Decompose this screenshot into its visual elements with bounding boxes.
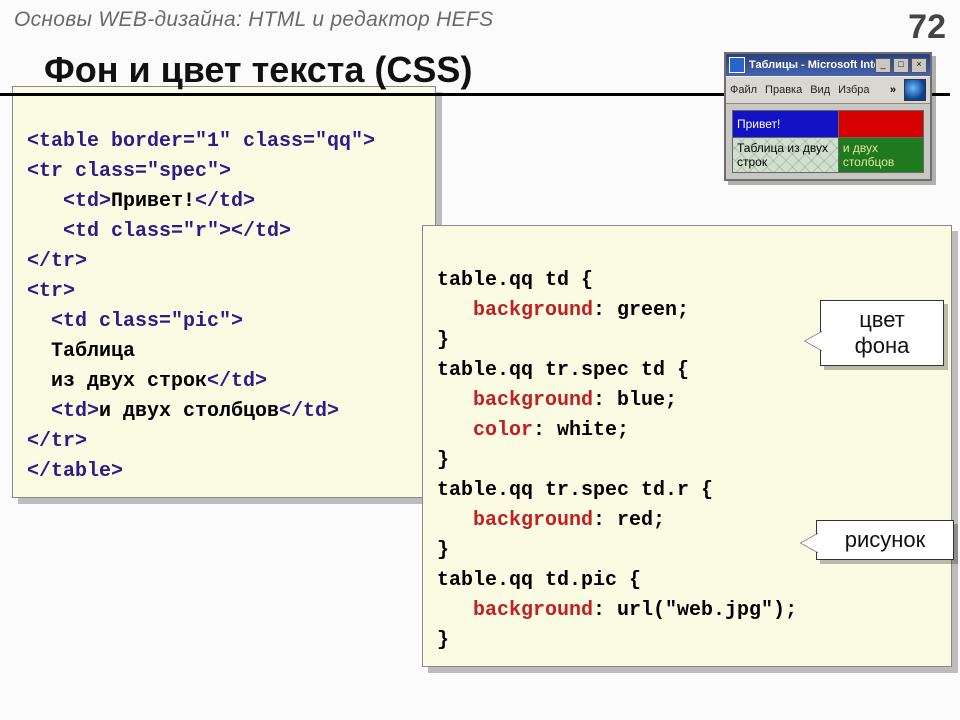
minimize-button[interactable]: _ — [875, 58, 891, 73]
menu-item-edit[interactable]: Правка — [765, 84, 802, 96]
css-val: : red; — [593, 509, 665, 532]
code-line: <tr> — [27, 280, 75, 303]
ie-logo-icon — [904, 79, 926, 101]
table-row: Привет! — [733, 111, 924, 138]
callout-tail-icon — [801, 533, 819, 553]
code-text: Привет! — [111, 190, 195, 213]
css-prop: background — [437, 509, 593, 532]
ie-icon — [729, 57, 745, 73]
code-line: } — [437, 329, 449, 352]
callout-bg-color: цвет фона — [820, 300, 944, 366]
cell-green: и двух столбцов — [838, 138, 923, 173]
code-line: table.qq td { — [437, 269, 593, 292]
code-line: } — [437, 629, 449, 652]
course-title: Основы WEB-дизайна: HTML и редактор HEFS — [14, 8, 493, 32]
code-line: } — [437, 539, 449, 562]
close-button[interactable]: × — [911, 58, 927, 73]
css-prop: background — [437, 389, 593, 412]
code-box-css: table.qq td { background: green; } table… — [422, 225, 952, 667]
code-line: </td> — [207, 370, 267, 393]
page-number: 72 — [908, 8, 946, 47]
browser-menubar: Файл Правка Вид Избра » — [726, 76, 930, 104]
callout-text: цвет фона — [855, 307, 910, 358]
code-line: table.qq tr.spec td { — [437, 359, 689, 382]
code-line: <tr class="spec"> — [27, 160, 231, 183]
css-prop: background — [437, 299, 593, 322]
browser-title: Таблицы - Microsoft Intern… — [749, 59, 875, 71]
code-line: </tr> — [27, 250, 87, 273]
menu-item-fav[interactable]: Избра — [838, 84, 869, 96]
code-line: <td class="pic"> — [27, 310, 243, 333]
maximize-button[interactable]: □ — [893, 58, 909, 73]
cell-hello: Привет! — [733, 111, 839, 138]
code-line: </table> — [27, 460, 123, 483]
example-table: Привет! Таблица из двух строк и двух сто… — [732, 110, 924, 173]
css-prop: background — [437, 599, 593, 622]
code-line: <td> — [27, 190, 111, 213]
cell-pic: Таблица из двух строк — [733, 138, 839, 173]
code-text: Таблица — [27, 340, 135, 363]
browser-content: Привет! Таблица из двух строк и двух сто… — [726, 104, 930, 179]
css-val: : url("web.jpg"); — [593, 599, 797, 622]
code-line: } — [437, 449, 449, 472]
css-val: : blue; — [593, 389, 677, 412]
browser-titlebar: Таблицы - Microsoft Intern… _ □ × — [726, 54, 930, 76]
code-line: </tr> — [27, 430, 87, 453]
callout-image: рисунок — [816, 520, 954, 560]
cell-red — [838, 111, 923, 138]
browser-window: Таблицы - Microsoft Intern… _ □ × Файл П… — [724, 52, 932, 181]
code-line: table.qq tr.spec td.r { — [437, 479, 713, 502]
code-line: <table border="1" class="qq"> — [27, 130, 375, 153]
code-box-html: <table border="1" class="qq"> <tr class=… — [12, 86, 436, 498]
menu-item-file[interactable]: Файл — [730, 84, 757, 96]
code-text: и двух столбцов — [99, 400, 279, 423]
menu-more-chevron[interactable]: » — [890, 84, 896, 96]
css-prop: color — [437, 419, 533, 442]
code-line: </td> — [195, 190, 255, 213]
css-val: : white; — [533, 419, 629, 442]
slide-header: Основы WEB-дизайна: HTML и редактор HEFS… — [0, 0, 960, 49]
window-buttons: _ □ × — [875, 58, 927, 73]
code-line: <td class="r"></td> — [27, 220, 291, 243]
table-row: Таблица из двух строк и двух столбцов — [733, 138, 924, 173]
code-line: table.qq td.pic { — [437, 569, 641, 592]
code-line: <td> — [27, 400, 99, 423]
code-text: из двух строк — [27, 370, 207, 393]
callout-text: рисунок — [845, 527, 926, 552]
code-line: </td> — [279, 400, 339, 423]
menu-item-view[interactable]: Вид — [810, 84, 830, 96]
callout-tail-icon — [805, 331, 823, 351]
css-val: : green; — [593, 299, 689, 322]
